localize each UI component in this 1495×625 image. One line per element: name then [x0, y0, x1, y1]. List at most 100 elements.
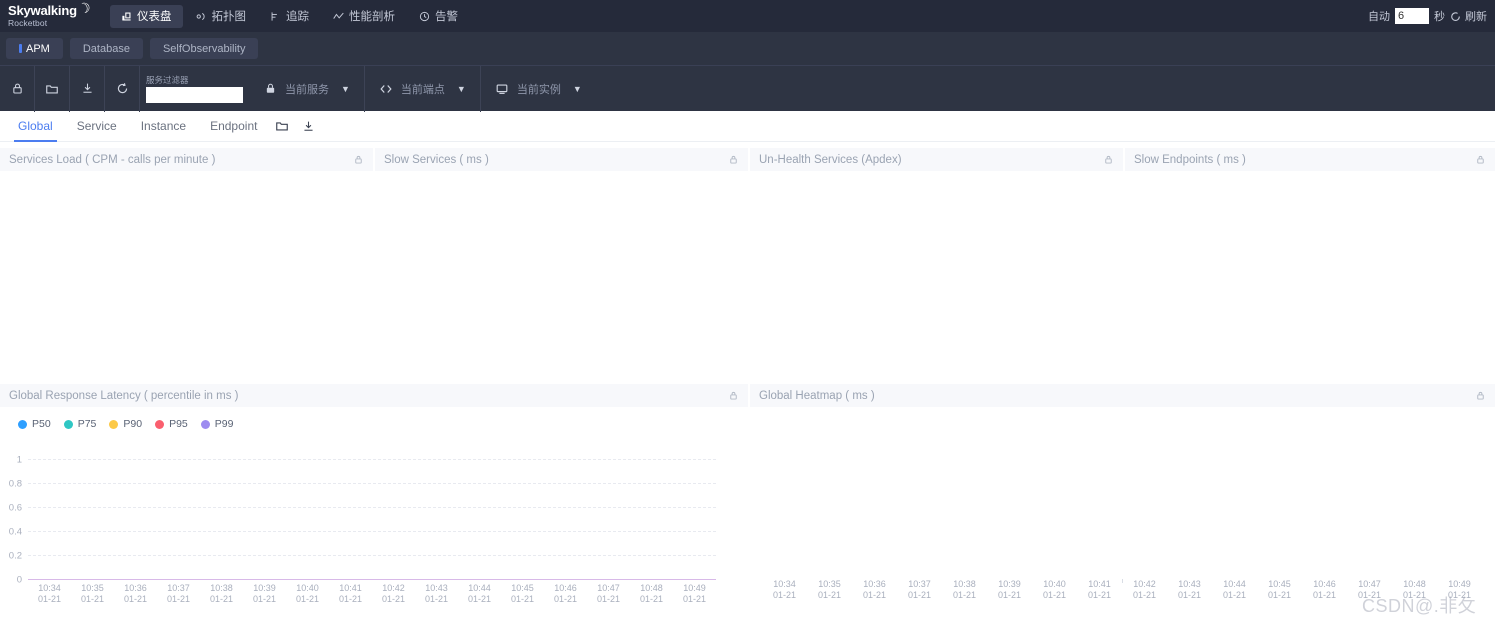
topology-icon	[196, 11, 207, 22]
legend-label: P99	[214, 418, 234, 430]
service-filter-input[interactable]	[146, 86, 243, 103]
tab-selfobservability[interactable]: SelfObservability	[149, 38, 259, 59]
y-axis-tick: 0.2	[8, 550, 22, 562]
lock-icon[interactable]	[1475, 390, 1486, 401]
dashboard-board: Services Load ( CPM - calls per minute )…	[0, 142, 1495, 604]
card-header: Services Load ( CPM - calls per minute )	[0, 148, 373, 171]
y-axis-tick: 0	[16, 574, 22, 586]
card-content: 10:34 01-21 10:35 01-21 10:36 01-21 10:37 01…	[750, 407, 1495, 600]
card-content	[750, 171, 1123, 377]
card-header: Global Heatmap ( ms )	[750, 384, 1495, 407]
refresh-interval-input[interactable]	[1395, 8, 1429, 24]
refresh-button[interactable]: 刷新	[1450, 8, 1487, 24]
nav-label: 性能剖析	[349, 11, 395, 23]
x-axis-tick: 10:38 01-21	[942, 579, 1123, 601]
x-axis-tick: 10:35 01-21	[80, 583, 105, 604]
nav-item-dashboard[interactable]: 仪表盘	[110, 4, 183, 28]
gridline: 0.6	[9, 503, 716, 514]
brand-logo[interactable]: Skywalking ☽ Rocketbot	[0, 0, 110, 32]
nav-item-trace[interactable]: 追踪	[259, 5, 320, 28]
card-title: Services Load ( CPM - calls per minute )	[9, 153, 216, 166]
x-axis-tick: 10:42 01-21	[381, 583, 406, 604]
current-service-selector[interactable]: 当前服务 ▼	[250, 66, 364, 112]
chevron-down-icon: ▼	[456, 83, 466, 94]
auto-refresh-controls: 自动 秒 刷新	[1368, 0, 1487, 32]
active-tab-marker	[19, 44, 22, 53]
card-global-heatmap: Global Heatmap ( ms ) 10:34 01-21 10:35 01…	[750, 384, 1495, 600]
nav-label: 追踪	[286, 11, 309, 23]
x-axis-tick: 10:49 01-21	[682, 583, 707, 604]
card-global-response-latency: Global Response Latency ( percentile in …	[0, 384, 748, 604]
monitor-icon	[495, 82, 509, 96]
latency-x-axis: 10:34 01-21 10:35 01-21 10:36 01-21 10:37 01…	[28, 583, 716, 605]
brand-subtitle: Rocketbot	[8, 18, 48, 28]
legend-color-swatch	[200, 419, 210, 429]
folder-icon[interactable]	[35, 66, 69, 112]
card-slow-services: Slow Services ( ms )	[375, 148, 748, 377]
folder-icon[interactable]	[269, 111, 295, 142]
legend-item-p75[interactable]: P75	[63, 418, 96, 430]
top-navigation-bar: Skywalking ☽ Rocketbot 仪表盘 拓扑图 追踪 性能剖析 告…	[0, 0, 1495, 32]
selector-label: 当前端点	[400, 83, 445, 96]
zero-baseline: 0	[17, 575, 716, 586]
dashboard-subtabs: Global Service Instance Endpoint	[0, 111, 1495, 142]
tab-label: Database	[82, 42, 130, 55]
subtab-global[interactable]: Global	[6, 111, 65, 142]
gridline: 0.4	[9, 527, 716, 538]
card-title: Slow Services ( ms )	[384, 153, 489, 166]
lock-icon[interactable]	[1475, 154, 1486, 165]
legend-color-swatch	[18, 419, 27, 429]
subtab-endpoint[interactable]: Endpoint	[198, 111, 269, 142]
lock-icon[interactable]	[1103, 154, 1114, 165]
x-axis-tick: 10:48 01-21	[639, 583, 664, 604]
x-axis-tick: 10:41 01-21	[1077, 579, 1123, 601]
x-axis-tick: 10:43 01-21	[424, 583, 449, 604]
nav-item-profile[interactable]: 性能剖析	[322, 5, 406, 28]
x-axis-tick: 10:34 01-21	[37, 583, 62, 604]
x-axis-tick: 10:36 01-21	[852, 579, 1123, 601]
current-endpoint-selector[interactable]: 当前端点 ▼	[365, 66, 480, 112]
x-axis-tick: 10:39 01-21	[252, 583, 277, 604]
lock-icon[interactable]	[353, 154, 364, 165]
sync-icon[interactable]	[105, 66, 139, 112]
download-icon[interactable]	[295, 111, 321, 142]
tab-label: SelfObservability	[162, 42, 246, 55]
selector-label: 当前实例	[516, 83, 561, 96]
service-filter: 服务过滤器	[140, 66, 250, 112]
x-axis-tick: 10:47 01-21	[596, 583, 621, 604]
lock-icon[interactable]	[728, 154, 739, 165]
legend-color-swatch	[155, 419, 165, 429]
legend-item-p50[interactable]: P50	[18, 418, 51, 430]
card-header: Slow Services ( ms )	[375, 148, 748, 171]
x-axis-tick: 10:39 01-21	[987, 579, 1123, 601]
gridline: 0.2	[9, 551, 716, 562]
code-icon	[379, 82, 393, 96]
refresh-label: 刷新	[1465, 11, 1487, 23]
subtab-instance[interactable]: Instance	[129, 111, 198, 142]
card-header: Global Response Latency ( percentile in …	[0, 384, 748, 407]
metric-card-row: Services Load ( CPM - calls per minute )…	[0, 142, 1495, 377]
legend-item-p99[interactable]: P99	[200, 418, 234, 430]
y-axis-tick: 0.4	[8, 526, 22, 538]
chart-legend: P50 P75 P90 P95 P99	[0, 407, 748, 430]
dashboard-toolbar: 服务过滤器 当前服务 ▼ 当前端点 ▼ 当前实例 ▼	[0, 65, 1495, 112]
nav-label: 拓扑图	[211, 11, 247, 23]
subtab-service[interactable]: Service	[65, 111, 129, 142]
legend-item-p95[interactable]: P95	[155, 418, 188, 430]
tab-apm[interactable]: APM	[6, 38, 63, 59]
x-axis-tick: 10:44 01-21	[467, 583, 492, 604]
nav-item-alarm[interactable]: 告警	[408, 5, 469, 28]
card-header: Slow Endpoints ( ms )	[1125, 148, 1495, 171]
x-axis-tick: 10:49 01-21	[1122, 579, 1482, 601]
tab-database[interactable]: Database	[69, 38, 143, 59]
lock-icon[interactable]	[0, 66, 34, 112]
nav-item-topology[interactable]: 拓扑图	[185, 5, 258, 28]
current-instance-selector[interactable]: 当前实例 ▼	[481, 66, 596, 112]
nav-label: 仪表盘	[137, 11, 172, 23]
download-icon[interactable]	[70, 66, 104, 112]
lock-icon[interactable]	[728, 390, 739, 401]
legend-item-p90[interactable]: P90	[109, 418, 142, 430]
legend-color-swatch	[63, 419, 73, 429]
x-axis-tick: 10:46 01-21	[553, 583, 578, 604]
dashboard-tab-bar: APM Database SelfObservability	[0, 32, 1495, 65]
